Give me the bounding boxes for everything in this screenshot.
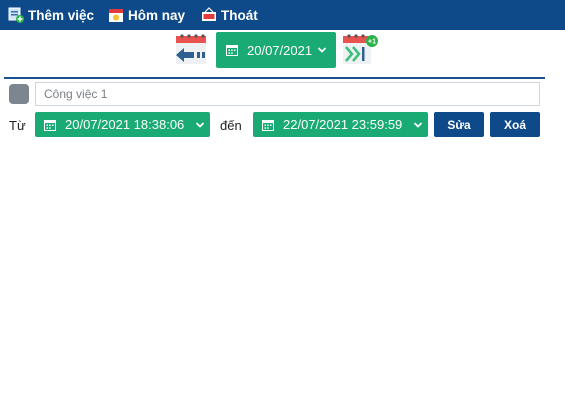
add-task-menu-item[interactable]: Thêm việc [8,7,94,23]
next-day-icon: +1 [343,34,378,64]
to-label: đến [220,118,242,133]
calendar-icon [44,119,56,131]
header-divider [4,77,545,79]
add-task-label: Thêm việc [28,7,95,23]
add-task-icon [8,7,24,23]
date-navigator: 20/07/2021 +1 [0,31,565,69]
edit-button[interactable]: Sửa [434,112,484,137]
today-label: Hôm nay [128,7,186,23]
previous-day-icon [176,34,206,64]
current-date-value: 20/07/2021 [247,42,313,58]
logout-menu-item[interactable]: Thoát [201,7,258,23]
chevron-down-icon [317,47,327,53]
from-label: Từ [9,118,26,133]
current-date-picker[interactable]: 20/07/2021 [216,32,336,68]
logout-label: Thoát [221,7,258,23]
next-day-badge: +1 [368,39,376,46]
today-menu-item[interactable]: Hôm nay [108,7,185,23]
chevron-down-icon [414,121,423,128]
end-datetime-value: 22/07/2021 23:59:59 [283,117,403,132]
delete-button[interactable]: Xoá [490,112,540,137]
today-calendar-icon [108,7,124,23]
task-name-input[interactable] [35,82,540,106]
exit-sign-icon [201,7,217,23]
task-row [9,82,541,106]
chevron-down-icon [196,121,205,128]
top-menu-bar: Thêm việc Hôm nay Thoát [0,0,565,30]
task-color-swatch[interactable] [9,84,29,104]
end-datetime-picker[interactable]: 22/07/2021 23:59:59 [253,112,428,137]
calendar-icon [262,119,274,131]
previous-day-button[interactable] [172,33,210,67]
start-datetime-picker[interactable]: 20/07/2021 18:38:06 [35,112,210,137]
next-day-button[interactable]: +1 [341,33,379,67]
time-range-row: Từ 20/07/2021 18:38:06 đến 22/07/2021 23… [0,112,565,138]
start-datetime-value: 20/07/2021 18:38:06 [65,117,185,132]
calendar-icon [226,45,238,56]
